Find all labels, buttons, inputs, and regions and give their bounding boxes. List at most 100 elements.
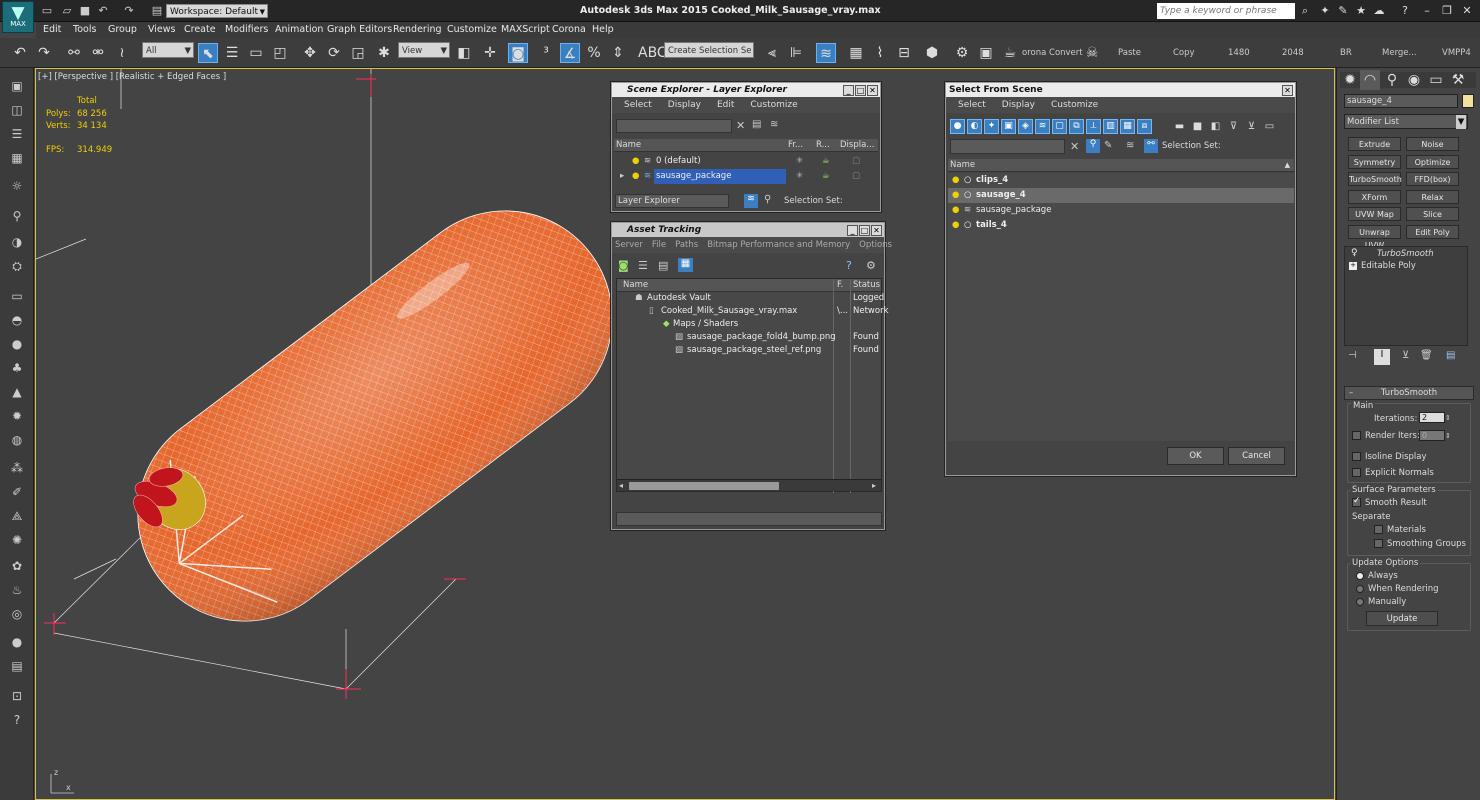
resolution-1480-button[interactable]: 1480 (1228, 48, 1250, 58)
undo-icon[interactable]: ↶ (96, 4, 110, 18)
plane-icon[interactable]: ⟁ (7, 506, 27, 526)
iterations-spinner[interactable]: 2 ⇕ (1419, 412, 1451, 423)
pivot-center-icon[interactable]: ◧ (454, 43, 474, 63)
smoothing-groups-checkbox[interactable]: Smoothing Groups (1374, 539, 1466, 549)
render-teapot-icon[interactable]: ☕ (822, 154, 830, 169)
cloud-icon[interactable]: ☁ (1372, 4, 1386, 18)
torus-icon[interactable]: ◍ (7, 430, 27, 450)
search-input[interactable]: Type a keyword or phrase (1157, 3, 1295, 19)
project-folder-icon[interactable]: ▤ (150, 4, 164, 18)
rendered-frame-window-icon[interactable]: ▣ (976, 43, 996, 63)
menu-group[interactable]: Group (108, 24, 137, 35)
merge-button[interactable]: Merge... (1382, 48, 1417, 58)
modifier-list-dropdown[interactable]: Modifier List ▼ (1344, 114, 1468, 129)
thumbnail-view-icon[interactable]: ▤ (658, 259, 668, 272)
menu-rendering[interactable]: Rendering (393, 24, 442, 35)
object-name-field[interactable]: sausage_4 (1344, 94, 1458, 108)
subscription-icon[interactable]: ✦ (1318, 4, 1332, 18)
menu-tools[interactable]: Tools (73, 24, 96, 35)
close-icon[interactable]: ✕ (871, 225, 882, 236)
vmpp4-button[interactable]: VMPP4 (1442, 48, 1471, 58)
se-select-icon[interactable]: ▤ (752, 119, 761, 130)
hair-icon[interactable]: ♨ (7, 580, 27, 600)
redo-icon[interactable]: ↷ (122, 4, 136, 18)
update-button[interactable]: Update (1366, 611, 1438, 626)
modifier-button-ffd-box-[interactable]: FFD(box) (1406, 172, 1459, 186)
collapse-all-icon[interactable]: ▭ (1262, 119, 1277, 134)
minimize-icon[interactable]: _ (847, 225, 858, 236)
turbosmooth-rollout-header[interactable]: – TurboSmooth (1344, 386, 1474, 400)
render-teapot-icon[interactable]: ☕ (822, 169, 830, 184)
layer-explorer-toggle-icon[interactable]: ≋ (744, 194, 758, 208)
close-icon[interactable]: ✕ (1460, 4, 1474, 18)
menu-modifiers[interactable]: Modifiers (225, 24, 268, 35)
select-manipulate-icon[interactable]: ✛ (480, 43, 500, 63)
make-unique-icon[interactable]: ⊻ (1402, 350, 1409, 361)
horizontal-scrollbar[interactable]: ◂ ▸ (617, 479, 881, 491)
list-view-icon[interactable]: ☰ (638, 259, 648, 272)
se-menu-customize[interactable]: Customize (750, 100, 797, 110)
selection-filter-dropdown[interactable]: All ▼ (142, 42, 194, 58)
at-col-fullpath[interactable]: F. (837, 279, 843, 292)
menu-graph-editors[interactable]: Graph Editors (327, 24, 392, 35)
light-icon[interactable]: ☼ (7, 176, 27, 196)
at-col-name[interactable]: Name (623, 279, 648, 292)
menu-maxscript[interactable]: MAXScript (501, 24, 550, 35)
particle-icon[interactable]: ⁂ (7, 458, 27, 478)
scroll-left-icon[interactable]: ◂ (619, 481, 623, 490)
sun-icon[interactable]: ✹ (7, 406, 27, 426)
render-iters-spinner[interactable]: 0 ⇕ (1419, 430, 1451, 441)
paint-icon[interactable]: ✐ (7, 482, 27, 502)
se-col-freeze[interactable]: Fr... (788, 139, 803, 152)
object-row-selected[interactable]: ● ○ sausage_4 (948, 188, 1294, 203)
utilities-tab-icon[interactable]: ⚒ (1448, 70, 1468, 90)
manually-radio[interactable]: Manually (1356, 597, 1406, 607)
angle-snap-icon[interactable]: ∡ (560, 43, 580, 63)
resolution-2048-button[interactable]: 2048 (1282, 48, 1304, 58)
display-all-icon[interactable]: ▬ (1172, 119, 1187, 134)
filter-shapes-icon[interactable]: ◐ (967, 119, 982, 134)
light-bulb-icon[interactable]: ● (952, 218, 959, 233)
create-tab-icon[interactable]: ✹ (1340, 70, 1360, 90)
isoline-display-checkbox[interactable]: Isoline Display (1352, 452, 1427, 462)
layer-row[interactable]: ● ≋ 0 (default) ✳ ☕ ▢ (614, 154, 878, 169)
filter-bones-icon[interactable]: ⟂ (1086, 119, 1101, 134)
mirror-icon[interactable]: ⫷ (762, 43, 782, 63)
paste-button[interactable]: Paste (1118, 48, 1141, 58)
at-menu-file[interactable]: File (652, 240, 666, 250)
clear-search-icon[interactable]: ✕ (736, 119, 745, 132)
grass-icon[interactable]: ✿ (7, 556, 27, 576)
list-icon[interactable]: ☰ (7, 124, 27, 144)
asset-row[interactable]: ▧ sausage_package_fold4_bump.png Found (617, 331, 881, 344)
bind-space-warp-icon[interactable]: ≀ (112, 43, 132, 63)
remove-modifier-icon[interactable]: 🗑 (1420, 350, 1433, 361)
graphite-toolbar-icon[interactable]: ▦ (846, 43, 866, 63)
modifier-button-turbosmooth[interactable]: TurboSmooth (1348, 172, 1402, 186)
keyboard-shortcut-override-icon[interactable]: ◙ (508, 43, 528, 63)
at-menu-paths[interactable]: Paths (675, 240, 698, 250)
display-tab-icon[interactable]: ▭ (1426, 70, 1446, 90)
smooth-result-checkbox[interactable]: Smooth Result (1352, 496, 1427, 508)
snaps-toggle-icon[interactable]: ³ (536, 43, 556, 63)
expand-plus-icon[interactable]: + (1349, 262, 1357, 270)
freeze-icon[interactable]: ✳ (796, 169, 803, 184)
shell-icon[interactable]: ◎ (7, 604, 27, 624)
skull-script-icon[interactable]: ☠ (1082, 43, 1102, 63)
material-editor-icon[interactable]: ⬢ (922, 43, 942, 63)
undo-icon[interactable]: ↶ (10, 43, 30, 63)
render-iters-checkbox[interactable]: Render Iters: (1352, 431, 1420, 441)
explicit-normals-checkbox[interactable]: Explicit Normals (1352, 468, 1434, 478)
binoculars-icon[interactable]: ⌕ (1298, 4, 1312, 18)
corona-convert-button[interactable]: orona Convert (1022, 48, 1083, 58)
se-layers-icon[interactable]: ≋ (770, 119, 778, 130)
at-menu-bitmap[interactable]: Bitmap Performance and Memory (707, 240, 850, 250)
explorer-mode-dropdown[interactable]: Layer Explorer (615, 194, 729, 208)
light-bulb-icon[interactable]: ● (952, 188, 959, 203)
workspace-dropdown[interactable]: Workspace: Default ▼ (166, 4, 268, 18)
hierarchy-icon[interactable]: ⚲ (764, 194, 771, 205)
sphere-icon[interactable]: ● (7, 334, 27, 354)
lightbulb-icon[interactable]: ♀ (1351, 248, 1358, 258)
filter-cameras-icon[interactable]: ▣ (1001, 119, 1016, 134)
menu-help[interactable]: Help (592, 24, 614, 35)
asset-row[interactable]: ◆ Maps / Shaders (617, 318, 881, 331)
